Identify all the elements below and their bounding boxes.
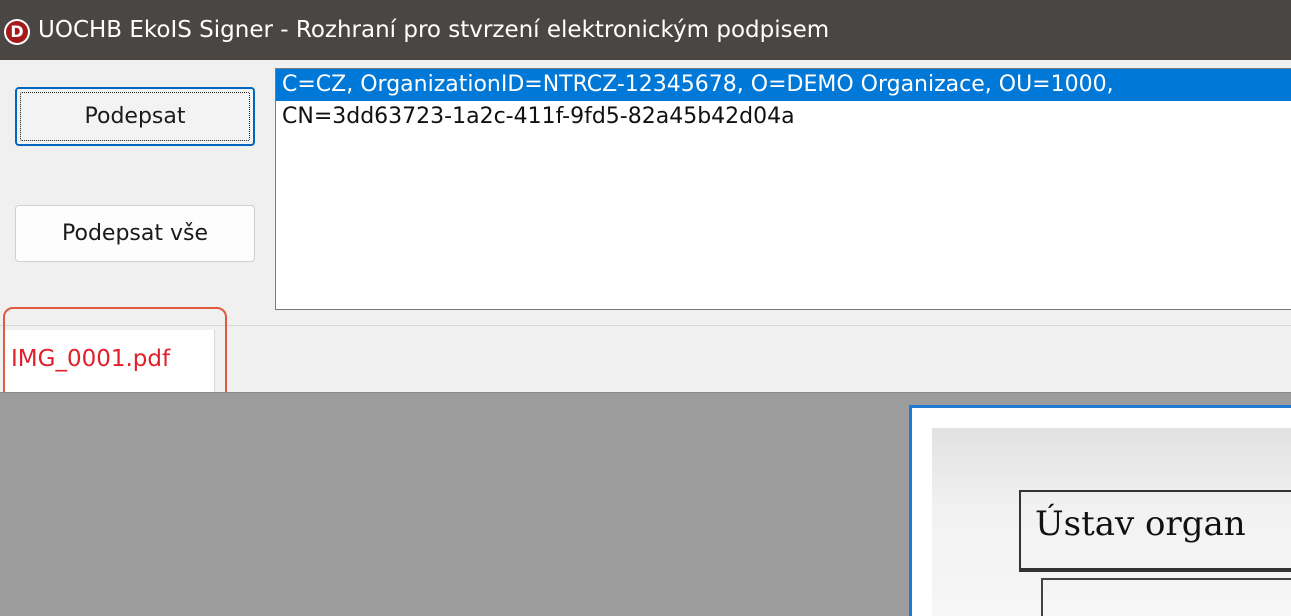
sign-button-label: Podepsat: [84, 104, 186, 129]
certificate-line-selected[interactable]: C=CZ, OrganizationID=NTRCZ-12345678, O=D…: [276, 69, 1291, 101]
sign-button[interactable]: Podepsat: [15, 87, 255, 146]
window-titlebar: D UOCHB EkoIS Signer - Rozhraní pro stvr…: [0, 0, 1291, 60]
certificate-list[interactable]: C=CZ, OrganizationID=NTRCZ-12345678, O=D…: [275, 68, 1291, 310]
tab-label: IMG_0001.pdf: [11, 346, 171, 372]
sign-all-button[interactable]: Podepsat vše: [15, 205, 255, 262]
document-header-box: Ústav organ: [1019, 490, 1291, 570]
document-divider: [1019, 570, 1291, 572]
pdf-viewer[interactable]: Ústav organ: [0, 392, 1291, 616]
document-row-box: [1041, 578, 1291, 616]
app-logo-icon: D: [4, 19, 30, 45]
pdf-page[interactable]: Ústav organ: [909, 405, 1291, 616]
app-logo-letter: D: [6, 21, 28, 43]
document-heading: Ústav organ: [1035, 504, 1246, 544]
window-title: UOCHB EkoIS Signer - Rozhraní pro stvrze…: [38, 17, 830, 43]
sign-all-button-label: Podepsat vše: [62, 221, 208, 246]
certificate-line[interactable]: CN=3dd63723-1a2c-411f-9fd5-82a45b42d04a: [276, 101, 1291, 133]
tab-img-0001-pdf[interactable]: IMG_0001.pdf: [3, 330, 215, 392]
